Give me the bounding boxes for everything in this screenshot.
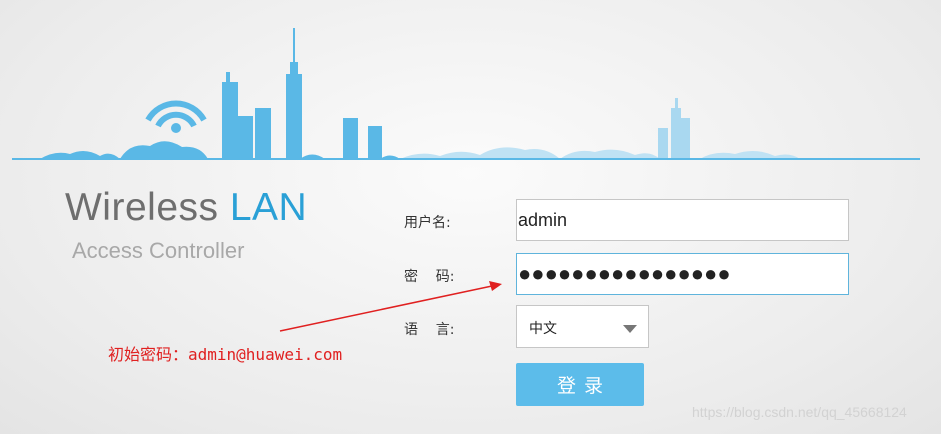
language-label: 语 言: (404, 322, 455, 338)
language-select-value: 中文 (529, 321, 557, 337)
skyline-illustration (12, 28, 920, 160)
language-select[interactable]: 中文 (516, 305, 649, 348)
brand-title-wireless: Wireless (65, 186, 219, 229)
username-input[interactable] (516, 199, 849, 241)
brand-subtitle: Access Controller (72, 238, 245, 263)
brand-title-lan: LAN (229, 186, 308, 229)
watermark: https://blog.csdn.net/qq_45668124 (692, 404, 907, 420)
login-button[interactable]: 登录 (516, 363, 644, 406)
brand-title: Wireless LAN (65, 186, 307, 230)
wifi-icon (145, 100, 207, 133)
chevron-down-icon (623, 325, 637, 333)
initial-password-annotation: 初始密码：admin@huawei.com (108, 345, 343, 364)
password-label: 密 码: (404, 269, 455, 285)
password-input[interactable] (516, 253, 849, 295)
username-label: 用户名: (404, 215, 451, 231)
